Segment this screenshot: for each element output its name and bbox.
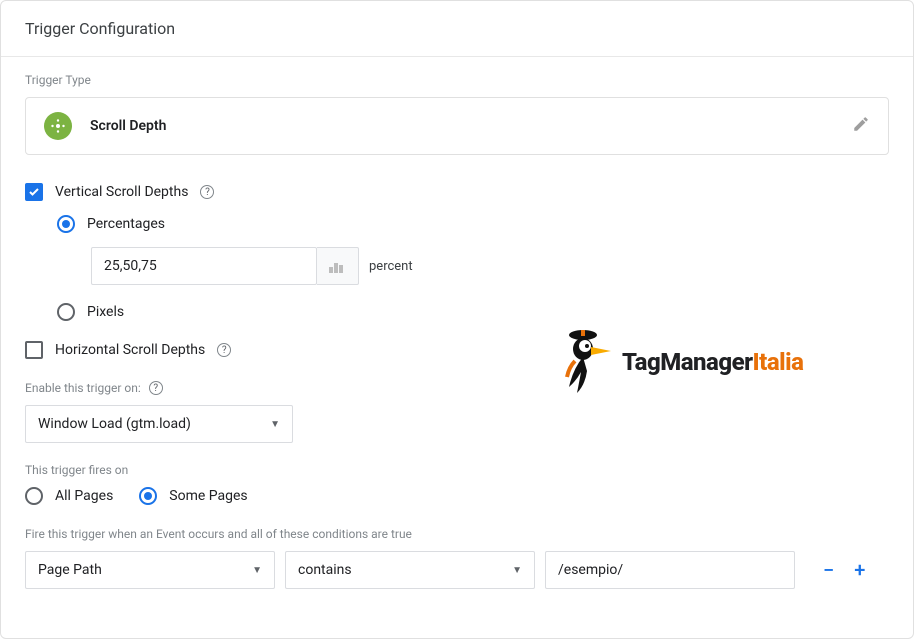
condition-row: Page Path ▼ contains ▼ /esempio/ − +: [25, 551, 889, 589]
fires-on-label: This trigger fires on: [25, 463, 889, 477]
chevron-down-icon: ▼: [512, 565, 522, 576]
logo-brand: TagManager: [622, 348, 753, 376]
horizontal-scroll-label: Horizontal Scroll Depths: [55, 342, 205, 358]
percentages-input-row: 25,50,75 percent: [91, 247, 889, 285]
all-pages-option[interactable]: All Pages: [25, 487, 113, 505]
some-pages-label: Some Pages: [169, 488, 247, 504]
trigger-config-panel: Trigger Configuration Trigger Type Scrol…: [0, 0, 914, 639]
enable-on-select[interactable]: Window Load (gtm.load) ▼: [25, 405, 293, 443]
percentages-row[interactable]: Percentages: [57, 215, 889, 233]
tagmanageritalia-logo: TagManagerItalia: [561, 327, 803, 397]
edit-icon[interactable]: [852, 115, 870, 137]
panel-content: Trigger Type Scroll Depth Vertical Scrol…: [1, 57, 913, 638]
some-pages-radio[interactable]: [139, 487, 157, 505]
condition-value-input[interactable]: /esempio/: [545, 551, 795, 589]
some-pages-option[interactable]: Some Pages: [139, 487, 247, 505]
vertical-scroll-checkbox[interactable]: [25, 183, 43, 201]
enable-on-label: Enable this trigger on:: [25, 381, 141, 395]
help-icon[interactable]: ?: [200, 185, 214, 199]
percentages-radio[interactable]: [57, 215, 75, 233]
logo-text: TagManagerItalia: [622, 348, 803, 376]
condition-actions: − +: [823, 558, 865, 582]
remove-condition-button[interactable]: −: [823, 558, 834, 582]
logo-suffix: Italia: [753, 348, 804, 376]
help-icon[interactable]: ?: [149, 381, 163, 395]
horizontal-scroll-checkbox[interactable]: [25, 341, 43, 359]
page-title: Trigger Configuration: [1, 1, 913, 57]
percentages-input[interactable]: 25,50,75: [91, 247, 317, 285]
all-pages-label: All Pages: [55, 488, 113, 504]
pixels-label: Pixels: [87, 304, 124, 320]
enable-on-value: Window Load (gtm.load): [38, 416, 191, 432]
vertical-mode-group: Percentages 25,50,75 percent Pixels: [57, 215, 889, 321]
vertical-scroll-row: Vertical Scroll Depths ?: [25, 183, 889, 201]
pixels-row[interactable]: Pixels: [57, 303, 889, 321]
trigger-type-label: Trigger Type: [25, 73, 889, 87]
vertical-scroll-label: Vertical Scroll Depths: [55, 184, 188, 200]
conditions-label: Fire this trigger when an Event occurs a…: [25, 527, 889, 541]
condition-variable-select[interactable]: Page Path ▼: [25, 551, 275, 589]
percentages-label: Percentages: [87, 216, 165, 232]
variable-picker-icon[interactable]: [317, 247, 359, 285]
trigger-type-row[interactable]: Scroll Depth: [25, 97, 889, 155]
pixels-radio[interactable]: [57, 303, 75, 321]
all-pages-radio[interactable]: [25, 487, 43, 505]
condition-operator-value: contains: [298, 562, 352, 578]
condition-variable-value: Page Path: [38, 562, 102, 578]
help-icon[interactable]: ?: [217, 343, 231, 357]
percent-unit: percent: [369, 259, 413, 274]
woodpecker-icon: [561, 327, 616, 397]
add-condition-button[interactable]: +: [854, 558, 865, 582]
trigger-type-name: Scroll Depth: [90, 118, 834, 134]
chevron-down-icon: ▼: [270, 419, 280, 430]
fires-on-row: All Pages Some Pages: [25, 487, 889, 505]
scroll-depth-icon: [44, 112, 72, 140]
chevron-down-icon: ▼: [252, 565, 262, 576]
condition-operator-select[interactable]: contains ▼: [285, 551, 535, 589]
